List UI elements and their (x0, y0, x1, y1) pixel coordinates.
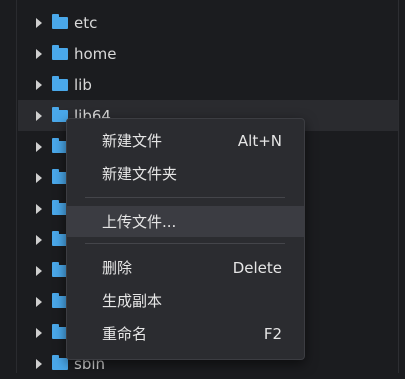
menu-item-label: 新建文件 (102, 132, 163, 150)
menu-item-new-file[interactable]: 新建文件 Alt+N (67, 125, 304, 156)
caret-right-icon[interactable] (36, 79, 42, 90)
caret-right-icon[interactable] (36, 327, 42, 338)
menu-item-rename[interactable]: 重命名 F2 (67, 318, 304, 349)
caret-right-icon[interactable] (36, 141, 42, 152)
menu-item-delete[interactable]: 删除 Delete (67, 252, 304, 283)
caret-right-icon[interactable] (36, 296, 42, 307)
folder-icon (52, 14, 68, 29)
caret-right-icon[interactable] (36, 48, 42, 59)
menu-item-label: 新建文件夹 (102, 165, 178, 183)
menu-item-label: 生成副本 (102, 292, 163, 310)
menu-item-shortcut: Alt+N (237, 131, 282, 150)
caret-right-icon[interactable] (36, 110, 42, 121)
caret-right-icon[interactable] (36, 17, 42, 28)
tree-row-etc[interactable]: etc (36, 7, 386, 38)
menu-separator (85, 197, 285, 198)
menu-item-new-folder[interactable]: 新建文件夹 (67, 158, 304, 189)
tree-row-lib[interactable]: lib (36, 69, 386, 100)
menu-item-duplicate[interactable]: 生成副本 (67, 285, 304, 316)
menu-item-label: 重命名 (102, 325, 148, 343)
caret-right-icon[interactable] (36, 172, 42, 183)
menu-item-upload-file[interactable]: 上传文件... (67, 206, 304, 237)
menu-item-shortcut: F2 (263, 324, 282, 343)
caret-right-icon[interactable] (36, 203, 42, 214)
caret-right-icon[interactable] (36, 265, 42, 276)
tree-guide-line (16, 0, 17, 373)
folder-icon (52, 45, 68, 60)
tree-row-label: etc (74, 13, 98, 32)
tree-row-label: home (74, 44, 117, 63)
folder-icon (52, 76, 68, 91)
context-menu: 新建文件 Alt+N 新建文件夹 上传文件... 删除 Delete 生成副本 … (66, 118, 305, 360)
menu-item-label: 删除 (102, 259, 133, 277)
menu-separator (85, 243, 285, 244)
panel-divider (398, 0, 399, 373)
menu-item-label: 上传文件... (102, 213, 177, 231)
menu-item-shortcut: Delete (232, 258, 282, 277)
caret-right-icon[interactable] (36, 358, 42, 369)
folder-icon (52, 355, 68, 370)
caret-right-icon[interactable] (36, 234, 42, 245)
tree-row-label: lib (74, 75, 92, 94)
tree-row-home[interactable]: home (36, 38, 386, 69)
